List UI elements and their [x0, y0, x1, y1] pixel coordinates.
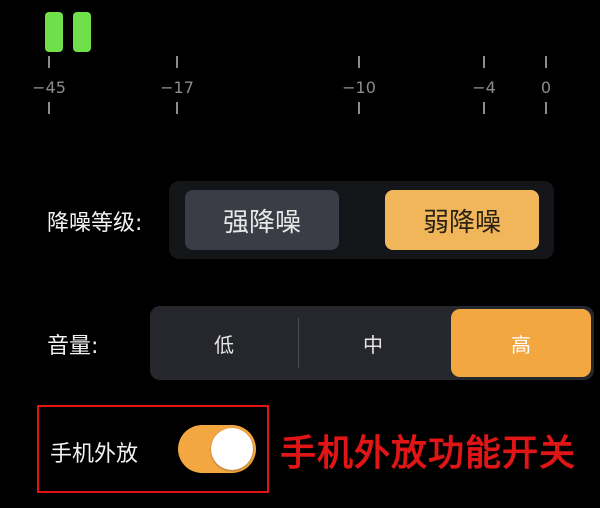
tick-mark: [48, 102, 50, 114]
volume-high-option[interactable]: 高: [451, 309, 591, 377]
strong-nr-button[interactable]: 强降噪: [185, 190, 339, 250]
tick-mark: [545, 56, 547, 68]
level-bar-right: [73, 12, 91, 52]
volume-low-option[interactable]: 低: [150, 306, 298, 380]
tick-mark: [176, 56, 178, 68]
tick-mark: [483, 56, 485, 68]
tick-mark: [176, 102, 178, 114]
toggle-knob: [211, 428, 253, 470]
tick-mark: [48, 56, 50, 68]
tick-label: 0: [540, 78, 552, 97]
tick-label: −4: [472, 78, 496, 97]
volume-selector: 低 中 高: [150, 306, 594, 380]
volume-label: 音量:: [47, 334, 99, 359]
level-meter: −45 −17 −10 −4 0: [0, 0, 600, 120]
speaker-label: 手机外放: [50, 442, 139, 467]
tick-label: −10: [342, 78, 376, 97]
noise-reduction-selector: 强降噪 弱降噪: [169, 181, 554, 259]
volume-medium-option[interactable]: 中: [299, 306, 447, 380]
noise-reduction-label: 降噪等级:: [47, 211, 143, 236]
weak-nr-button[interactable]: 弱降噪: [385, 190, 539, 250]
tick-mark: [358, 56, 360, 68]
speaker-toggle[interactable]: [178, 425, 256, 473]
tick-label: −17: [160, 78, 194, 97]
annotation-text: 手机外放功能开关: [280, 433, 577, 474]
tick-mark: [358, 102, 360, 114]
level-bar-left: [45, 12, 63, 52]
tick-label: −45: [32, 78, 66, 97]
tick-mark: [483, 102, 485, 114]
tick-mark: [545, 102, 547, 114]
